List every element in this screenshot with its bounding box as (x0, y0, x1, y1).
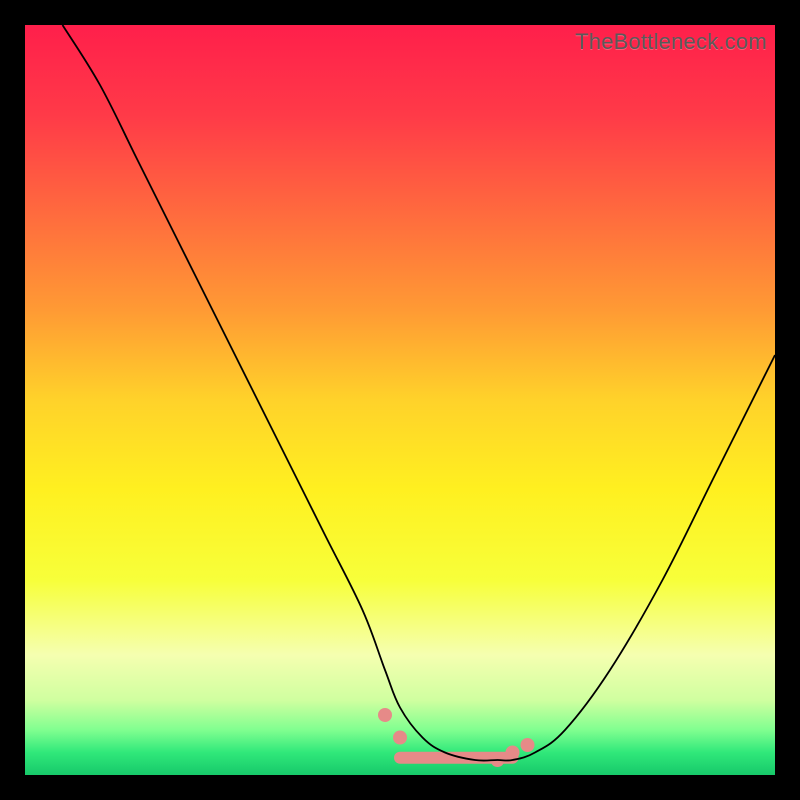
chart-frame: TheBottleneck.com (25, 25, 775, 775)
chart-canvas (25, 25, 775, 775)
watermark-text: TheBottleneck.com (575, 29, 767, 55)
gradient-background (25, 25, 775, 775)
